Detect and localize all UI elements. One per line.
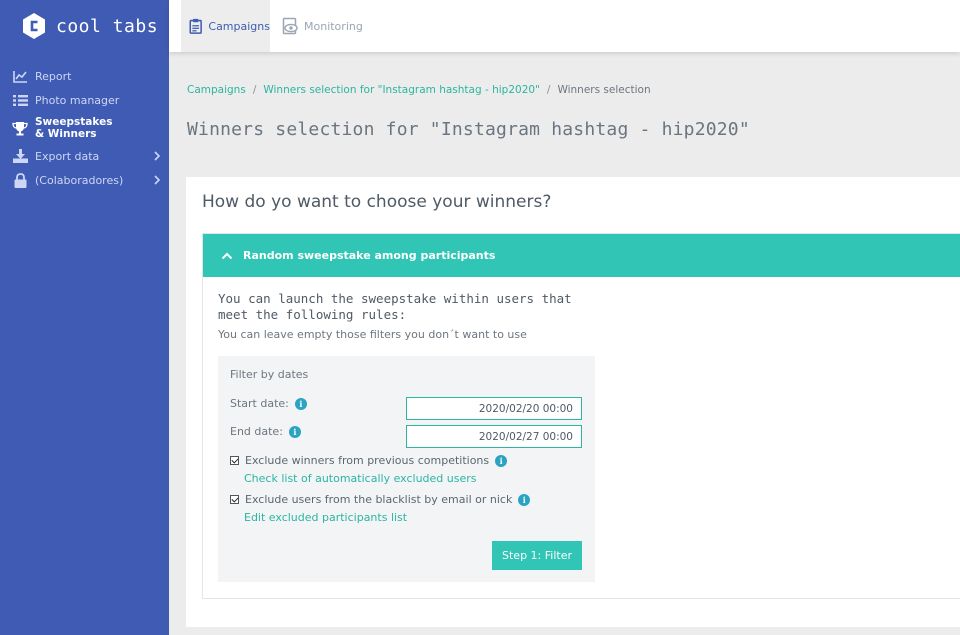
tab-label: Monitoring [304, 19, 363, 33]
chevron-right-icon [154, 175, 161, 185]
tab-label: Campaigns [208, 19, 270, 33]
tab-monitoring[interactable]: Monitoring [280, 0, 370, 52]
app-name: cool tabs [56, 15, 159, 37]
info-icon[interactable]: i [288, 425, 301, 438]
trophy-icon [12, 120, 28, 136]
sidebar-item-report[interactable]: Report [0, 64, 169, 88]
breadcrumb: Campaigns / Winners selection for "Insta… [187, 84, 651, 96]
breadcrumb-separator: / [546, 84, 551, 96]
sidebar-item-colaboradores[interactable]: (Colaboradores) [0, 168, 169, 192]
filter-box: Filter by dates Start date: i End date: … [218, 356, 595, 582]
panel-intro: You can launch the sweepstake within use… [218, 291, 572, 322]
panel-header-label: Random sweepstake among participants [243, 249, 496, 262]
page-title: Winners selection for "Instagram hashtag… [187, 119, 750, 140]
exclude-winners-row: Exclude winners from previous competitio… [230, 454, 508, 467]
sidebar-nav: Report Photo manager Sweepstakes & Winne… [0, 64, 169, 192]
lock-icon [12, 172, 28, 188]
winners-card: How do yo want to choose your winners? R… [186, 177, 960, 627]
sidebar-item-photo-manager[interactable]: Photo manager [0, 88, 169, 112]
logo[interactable]: cool tabs [22, 11, 158, 41]
breadcrumb-item-campaigns[interactable]: Campaigns [187, 84, 246, 96]
sweepstake-panel: Random sweepstake among participants You… [202, 233, 960, 599]
top-bar: Campaigns Monitoring [169, 0, 960, 52]
exclude-winners-label: Exclude winners from previous competitio… [245, 454, 490, 467]
eye-icon [282, 17, 298, 35]
list-icon [12, 92, 28, 108]
start-date-input[interactable] [406, 397, 582, 420]
exclude-blacklist-label: Exclude users from the blacklist by emai… [245, 493, 513, 506]
sidebar-item-label: Photo manager [35, 93, 120, 107]
chevron-right-icon [154, 151, 161, 161]
breadcrumb-item-current: Winners selection [557, 84, 651, 96]
chart-line-icon [12, 68, 28, 84]
end-date-input[interactable] [406, 425, 582, 448]
sidebar: cool tabs Report Photo manager Sweepstak… [0, 0, 169, 635]
clipboard-icon [189, 18, 202, 34]
breadcrumb-item-winners-campaign[interactable]: Winners selection for "Instagram hashtag… [263, 84, 540, 96]
filter-submit-button[interactable]: Step 1: Filter [492, 541, 582, 570]
start-date-label: Start date: i [230, 397, 307, 410]
info-icon[interactable]: i [495, 454, 508, 467]
tab-campaigns[interactable]: Campaigns [181, 0, 270, 52]
check-excluded-users-link[interactable]: Check list of automatically excluded use… [244, 472, 477, 485]
download-icon [12, 148, 28, 164]
breadcrumb-separator: / [252, 84, 257, 96]
start-date-label-text: Start date: [230, 397, 289, 410]
chevron-up-icon [221, 252, 233, 259]
end-date-label-text: End date: [230, 425, 283, 438]
card-question: How do yo want to choose your winners? [202, 192, 552, 212]
sidebar-item-label: Report [35, 69, 72, 83]
end-date-label: End date: i [230, 425, 301, 438]
info-icon[interactable]: i [294, 397, 307, 410]
info-icon[interactable]: i [518, 493, 531, 506]
sidebar-item-label: Sweepstakes & Winners [35, 116, 113, 140]
sidebar-item-label: Export data [35, 149, 100, 163]
sidebar-item-label: (Colaboradores) [35, 173, 124, 187]
exclude-winners-checkbox[interactable] [230, 456, 239, 465]
edit-excluded-participants-link[interactable]: Edit excluded participants list [244, 511, 407, 524]
panel-header-random-sweepstake[interactable]: Random sweepstake among participants [203, 234, 960, 277]
sidebar-item-sweepstakes[interactable]: Sweepstakes & Winners [0, 112, 169, 144]
filter-heading: Filter by dates [230, 368, 309, 381]
logo-icon [23, 13, 45, 39]
exclude-blacklist-checkbox[interactable] [230, 495, 239, 504]
panel-subtext: You can leave empty those filters you do… [218, 328, 527, 341]
exclude-blacklist-row: Exclude users from the blacklist by emai… [230, 493, 531, 506]
sidebar-item-export-data[interactable]: Export data [0, 144, 169, 168]
